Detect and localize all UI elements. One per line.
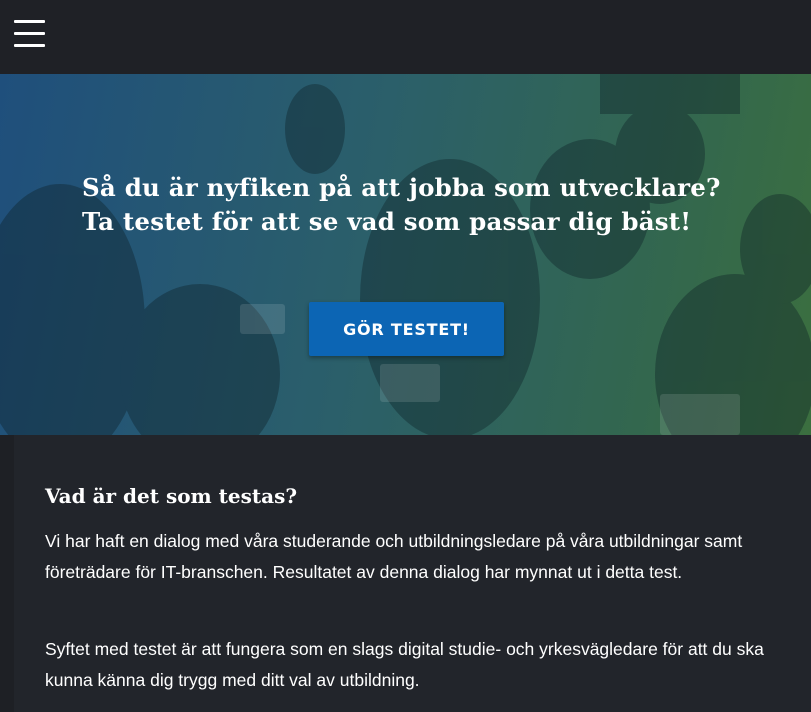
hero-headline-line-2: Ta testet för att se vad som passar dig … — [82, 207, 692, 236]
hero-headline-line-1: Så du är nyfiken på att jobba som utveck… — [82, 173, 721, 202]
purpose-paragraph: Syftet med testet är att fungera som en … — [45, 639, 764, 690]
top-navigation-bar — [0, 0, 811, 74]
intro-paragraph: Vi har haft en dialog med våra studerand… — [45, 531, 743, 582]
hero-headline: Så du är nyfiken på att jobba som utveck… — [82, 171, 782, 239]
hero-background-photo — [0, 74, 811, 435]
hamburger-menu-icon[interactable] — [14, 20, 45, 48]
menu-bar-middle — [14, 32, 45, 35]
info-section: Vad är det som testas? Vi har haft en di… — [14, 435, 811, 712]
take-test-button[interactable]: GÖR TESTET! — [309, 302, 504, 356]
menu-bar-top — [14, 20, 45, 23]
hero-banner: Så du är nyfiken på att jobba som utveck… — [0, 74, 811, 435]
section-heading: Vad är det som testas? — [45, 484, 298, 508]
menu-bar-bottom — [14, 44, 45, 47]
